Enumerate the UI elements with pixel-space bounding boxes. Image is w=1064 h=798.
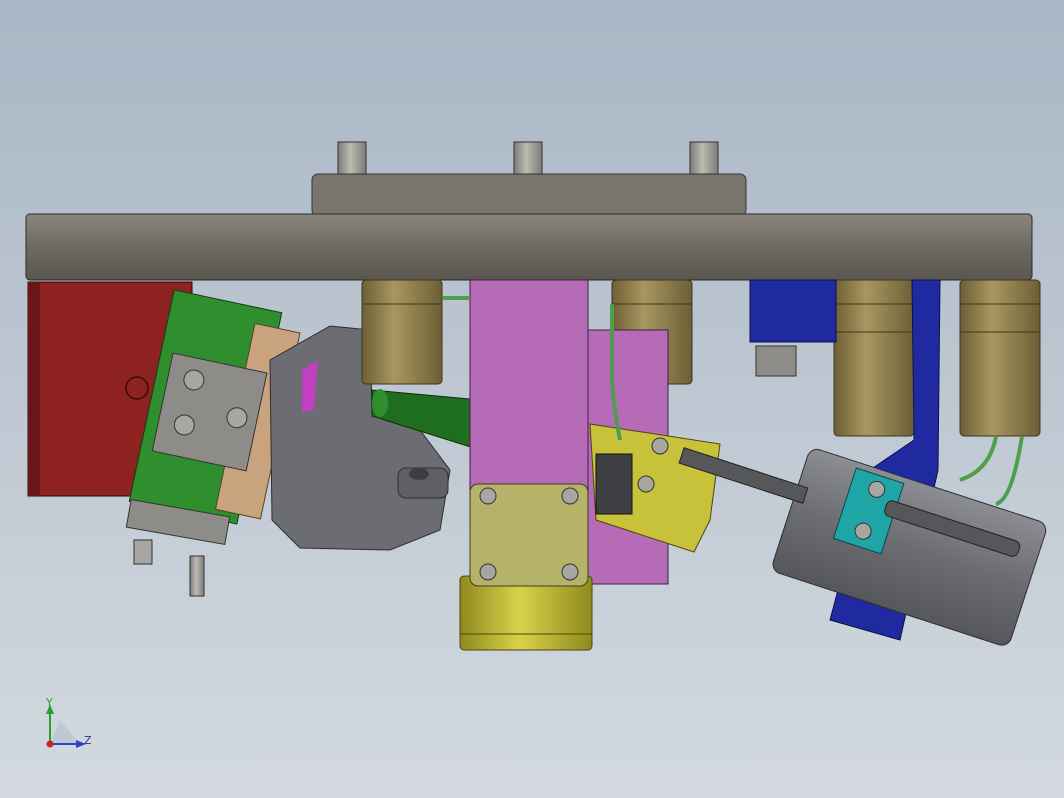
cap-screw bbox=[479, 487, 497, 505]
base-plate bbox=[25, 213, 1033, 281]
fitting bbox=[755, 345, 797, 377]
locating-pin bbox=[337, 141, 367, 177]
z-axis-label: Z bbox=[84, 734, 92, 747]
assembly-model[interactable] bbox=[0, 0, 1064, 798]
cap-screw bbox=[479, 563, 497, 581]
cap-screw bbox=[561, 487, 579, 505]
y-axis-label: Y bbox=[46, 696, 53, 709]
origin-dot-icon bbox=[46, 740, 54, 748]
proximity-sensor bbox=[125, 498, 231, 597]
locating-pin bbox=[689, 141, 719, 177]
mounting-flange bbox=[311, 173, 747, 217]
cad-viewport[interactable]: Y Z bbox=[0, 0, 1064, 798]
square-mount-plate bbox=[469, 483, 589, 587]
cap-screw bbox=[561, 563, 579, 581]
cap-screw bbox=[637, 475, 655, 493]
coordinate-triad: Y Z bbox=[36, 696, 106, 762]
guide-bushing bbox=[959, 279, 1041, 437]
locating-pin bbox=[513, 141, 543, 177]
guide-bushing bbox=[361, 279, 443, 385]
cap-screw bbox=[651, 437, 669, 455]
top-flange bbox=[311, 141, 747, 217]
elbow-fitting bbox=[595, 453, 633, 515]
guide-bushing bbox=[833, 279, 915, 437]
yellow-bushing bbox=[459, 575, 593, 651]
clamp-plate bbox=[151, 352, 268, 472]
